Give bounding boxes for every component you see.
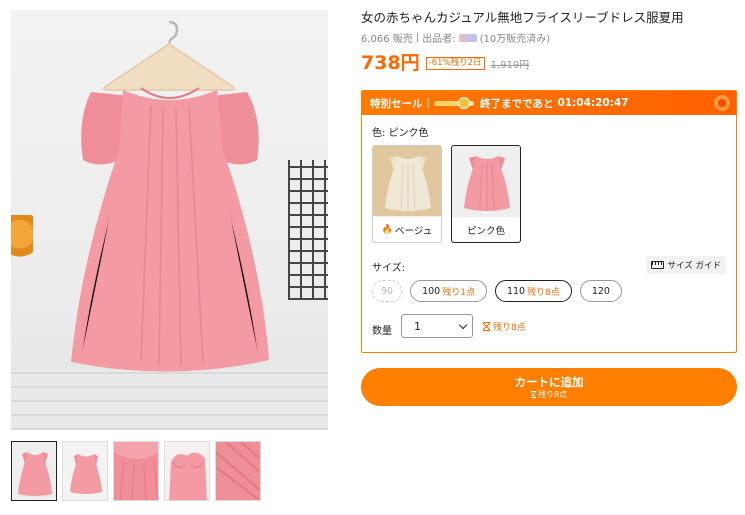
quantity-select[interactable]: 1 bbox=[401, 314, 473, 338]
size-value: 120 bbox=[591, 285, 610, 297]
size-options: 90 100 残り1点 110 残り8点 120 bbox=[372, 280, 622, 302]
chevron-down-icon bbox=[458, 320, 468, 329]
product-title: 女の赤ちゃんカジュアル無地フライスリーブドレス服夏用 bbox=[361, 10, 684, 25]
hourglass-icon bbox=[483, 322, 490, 331]
discount-badge: -61%残り2日 bbox=[425, 57, 485, 70]
seller-label: 出品者: bbox=[422, 34, 456, 45]
flash-sale-progress bbox=[434, 96, 475, 109]
progress-knob-icon bbox=[458, 96, 471, 109]
flash-sale-separator: | bbox=[426, 97, 431, 109]
pink-dress-image bbox=[452, 146, 520, 216]
size-option-100[interactable]: 100 残り1点 bbox=[410, 280, 487, 302]
color-option-pink-name: ピンク色 bbox=[452, 216, 520, 242]
sold-count: 6,066 販売 bbox=[361, 34, 413, 45]
color-option-beige[interactable]: 🔥 ベージュ bbox=[372, 145, 442, 243]
add-to-cart-button[interactable]: カートに追加 残り8点 bbox=[361, 368, 737, 406]
beige-label: ベージュ bbox=[395, 225, 433, 237]
size-stock: 残り1点 bbox=[442, 287, 475, 298]
size-value: 100 bbox=[422, 285, 441, 297]
thumbnail-4[interactable] bbox=[164, 441, 210, 501]
quantity-stock-text: 残り8点 bbox=[493, 323, 526, 333]
current-price: 738円 bbox=[361, 52, 420, 74]
thumbnail-3[interactable] bbox=[113, 441, 159, 501]
ruler-icon bbox=[650, 261, 664, 269]
sale-decoration-icon bbox=[714, 95, 730, 111]
color-label: 色: ピンク色 bbox=[372, 128, 429, 139]
beige-dress-image bbox=[373, 146, 441, 216]
thumbnail-5[interactable] bbox=[215, 441, 261, 501]
quantity-label: 数量 bbox=[372, 326, 392, 337]
thumbnail-strip bbox=[11, 441, 261, 501]
size-option-110[interactable]: 110 残り8点 bbox=[494, 280, 572, 302]
main-product-image[interactable] bbox=[11, 10, 328, 430]
size-option-120[interactable]: 120 bbox=[579, 280, 622, 302]
product-meta: 6,066 販売 | 出品者: (10万販売済み) bbox=[361, 30, 550, 45]
seller-sold-count: (10万販売済み) bbox=[479, 34, 551, 45]
thumbnail-1[interactable] bbox=[11, 441, 57, 501]
size-stock: 残り8点 bbox=[527, 287, 560, 298]
seller-logo[interactable] bbox=[458, 33, 477, 42]
size-option-90[interactable]: 90 bbox=[372, 280, 403, 302]
size-value: 90 bbox=[381, 285, 394, 297]
quantity-value: 1 bbox=[414, 319, 421, 333]
size-value: 110 bbox=[506, 285, 526, 297]
countdown-prefix: 終了までであと bbox=[480, 97, 554, 110]
color-option-pink[interactable]: ピンク色 bbox=[451, 145, 521, 243]
color-option-beige-name: 🔥 ベージュ bbox=[373, 216, 441, 242]
thumbnail-2[interactable] bbox=[62, 441, 108, 501]
pink-dress-illustration bbox=[71, 20, 269, 372]
flash-sale-panel: 特別セール | 終了までであと 01:04:20:47 色: ピンク色 🔥 ベー… bbox=[361, 90, 737, 353]
size-label: サイズ: bbox=[372, 263, 406, 274]
hot-flame-icon: 🔥 bbox=[381, 224, 394, 235]
meta-divider: | bbox=[415, 32, 420, 43]
countdown-timer: 01:04:20:47 bbox=[557, 97, 629, 109]
pink-label: ピンク色 bbox=[466, 225, 505, 237]
add-to-cart-stock-text: 残り8点 bbox=[537, 389, 568, 399]
size-guide-label: サイズ ガイド bbox=[667, 261, 721, 271]
quantity-stock: 残り8点 bbox=[483, 320, 526, 333]
add-to-cart-label: カートに追加 bbox=[514, 374, 584, 389]
flash-sale-label: 特別セール bbox=[370, 97, 423, 110]
size-guide-button[interactable]: サイズ ガイド bbox=[645, 256, 726, 274]
add-to-cart-stock: 残り8点 bbox=[530, 389, 568, 400]
price-row: 738円 -61%残り2日 1,919円 bbox=[361, 52, 529, 74]
flash-sale-bar: 特別セール | 終了までであと 01:04:20:47 bbox=[362, 91, 736, 115]
original-price: 1,919円 bbox=[490, 60, 530, 71]
hourglass-icon bbox=[530, 390, 536, 398]
